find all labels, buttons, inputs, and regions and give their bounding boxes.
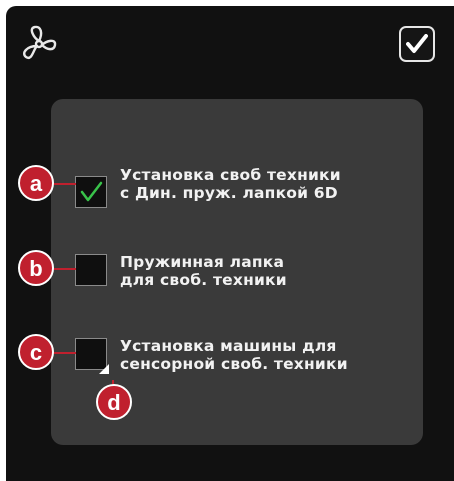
checkbox-dynamic-spring-foot-6d[interactable] [75, 176, 107, 208]
option-label-line2: с Дин. пруж. лапкой 6D [120, 184, 338, 202]
callout-badge-a: a [18, 165, 54, 201]
callout-badge-b: b [18, 250, 54, 286]
option-label-line2: для своб. техники [120, 271, 287, 289]
option-label: Установка своб техники с Дин. пруж. лапк… [120, 166, 341, 202]
pointer-icon [99, 364, 109, 374]
option-spring-foot[interactable]: Пружинная лапка для своб. техники [66, 253, 426, 303]
option-label-line1: Установка машины для [120, 337, 337, 355]
option-label: Установка машины для сенсорной своб. тех… [120, 337, 348, 373]
option-label-line1: Пружинная лапка [120, 253, 285, 271]
option-label-line1: Установка своб техники [120, 166, 341, 184]
checkbox-spring-foot[interactable] [75, 254, 107, 286]
option-label: Пружинная лапка для своб. техники [120, 253, 287, 289]
callout-badge-d: d [96, 384, 132, 420]
callout-badge-c: c [18, 334, 54, 370]
confirm-button[interactable] [399, 26, 435, 62]
option-dynamic-spring-foot-6d[interactable]: Установка своб техники с Дин. пруж. лапк… [66, 166, 426, 216]
fan-icon[interactable] [20, 24, 58, 64]
option-label-line2: сенсорной своб. техники [120, 355, 348, 373]
green-check-icon [80, 181, 103, 202]
option-sensor-free-motion[interactable]: Установка машины для сенсорной своб. тех… [66, 337, 426, 387]
checkmark-icon [406, 34, 428, 53]
